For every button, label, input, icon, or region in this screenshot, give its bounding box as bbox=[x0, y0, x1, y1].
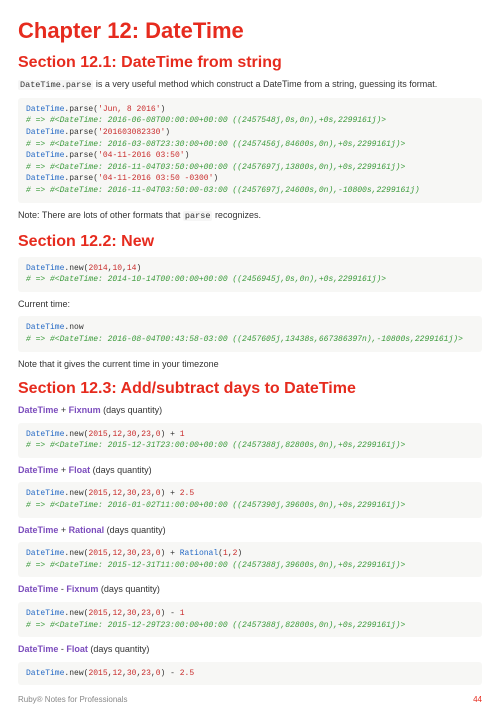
expr-4: DateTime - Fixnum (days quantity) bbox=[18, 583, 482, 596]
expr-1: DateTime + Fixnum (days quantity) bbox=[18, 404, 482, 417]
section-1-intro: DateTime.parse is a very useful method w… bbox=[18, 78, 482, 92]
code-block-4: DateTime.new(2015,12,30,23,0) - 1 # => #… bbox=[18, 602, 482, 637]
section-2-note: Note that it gives the current time in y… bbox=[18, 358, 482, 371]
section-1-heading: Section 12.1: DateTime from string bbox=[18, 54, 482, 72]
chapter-title: Chapter 12: DateTime bbox=[18, 18, 482, 44]
expr-3: DateTime + Rational (days quantity) bbox=[18, 524, 482, 537]
section-2-mid: Current time: bbox=[18, 298, 482, 311]
inline-code: parse bbox=[183, 211, 213, 221]
expr-5: DateTime - Float (days quantity) bbox=[18, 643, 482, 656]
code-block-2: DateTime.new(2015,12,30,23,0) + 2.5 # =>… bbox=[18, 482, 482, 517]
expr-2: DateTime + Float (days quantity) bbox=[18, 464, 482, 477]
section-3-heading: Section 12.3: Add/subtract days to DateT… bbox=[18, 380, 482, 398]
footer-page-number: 44 bbox=[473, 695, 482, 704]
inline-code: DateTime.parse bbox=[18, 80, 93, 90]
code-block-new: DateTime.new(2014,10,14) # => #<DateTime… bbox=[18, 257, 482, 292]
code-block-parse: DateTime.parse('Jun, 8 2016') # => #<Dat… bbox=[18, 98, 482, 203]
footer-left: Ruby® Notes for Professionals bbox=[18, 695, 128, 704]
page-footer: Ruby® Notes for Professionals 44 bbox=[0, 687, 500, 714]
code-block-1: DateTime.new(2015,12,30,23,0) + 1 # => #… bbox=[18, 423, 482, 458]
section-1-note: Note: There are lots of other formats th… bbox=[18, 209, 482, 223]
code-block-now: DateTime.now # => #<DateTime: 2016-08-04… bbox=[18, 316, 482, 351]
section-2-heading: Section 12.2: New bbox=[18, 233, 482, 251]
code-block-5: DateTime.new(2015,12,30,23,0) - 2.5 bbox=[18, 662, 482, 686]
code-block-3: DateTime.new(2015,12,30,23,0) + Rational… bbox=[18, 542, 482, 577]
